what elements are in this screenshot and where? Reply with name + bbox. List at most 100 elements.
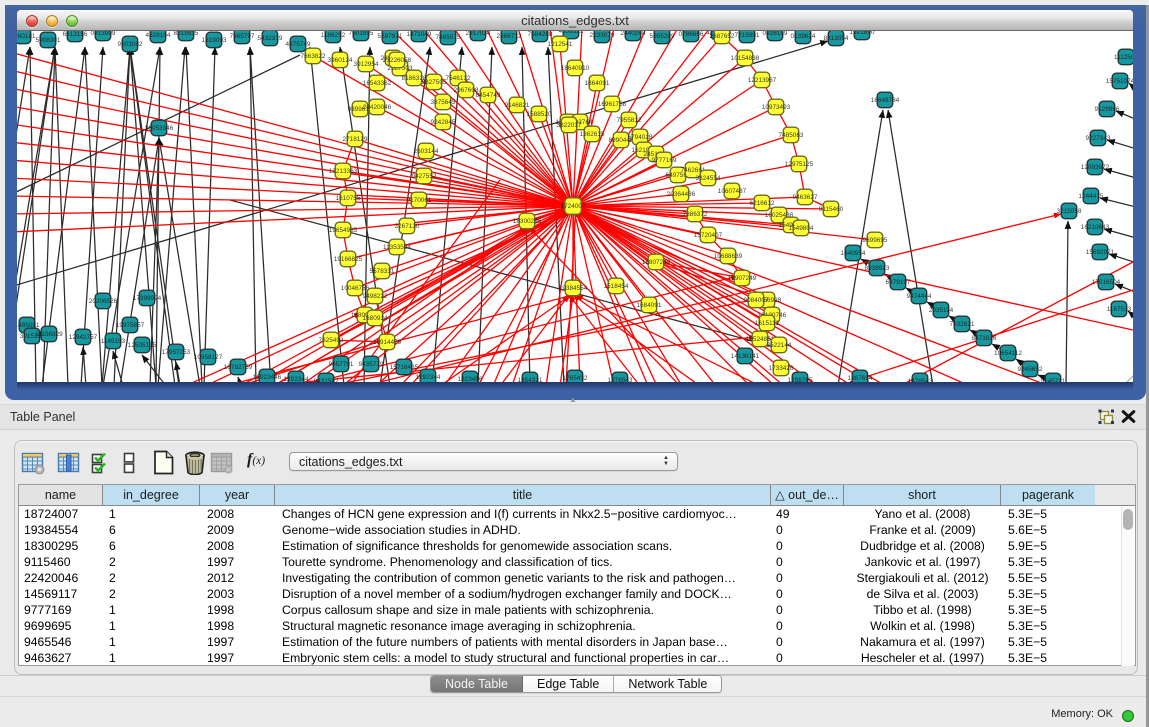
svg-text:5597971: 5597971 [378,33,403,40]
svg-text:1387654: 1387654 [848,375,873,382]
svg-text:18907249: 18907249 [728,275,757,282]
svg-text:1724007: 1724007 [561,203,586,210]
svg-text:15720407: 15720407 [694,232,723,239]
svg-text:5432319: 5432319 [258,35,283,42]
svg-text:7546132: 7546132 [446,75,471,82]
svg-text:7632621: 7632621 [950,321,975,328]
svg-text:15751074: 15751074 [1106,78,1133,85]
svg-text:1167533: 1167533 [1107,306,1132,313]
svg-text:12093872: 12093872 [1081,164,1110,171]
svg-text:16210643: 16210643 [1081,224,1110,231]
svg-text:8219935: 8219935 [174,31,199,37]
svg-text:16961758: 16961758 [598,101,627,108]
svg-text:3912954: 3912954 [354,61,379,68]
svg-text:1610755: 1610755 [336,195,361,202]
svg-text:1549804: 1549804 [789,225,814,232]
svg-text:9457791: 9457791 [329,361,354,368]
svg-text:3824554: 3824554 [696,175,721,182]
svg-text:9498222: 9498222 [363,293,388,300]
svg-text:7215901: 7215901 [735,32,760,39]
svg-text:5908301: 5908301 [36,37,61,44]
svg-text:0928159: 0928159 [763,31,788,37]
svg-text:1733426: 1733426 [769,365,794,372]
svg-text:12942757: 12942757 [69,334,98,341]
svg-text:23226058: 23226058 [383,57,412,64]
svg-text:1588520: 1588520 [527,111,552,118]
svg-text:10688639: 10688639 [714,253,743,260]
svg-text:9435779: 9435779 [359,361,384,368]
svg-text:6613186: 6613186 [63,31,88,38]
svg-text:12975125: 12975125 [785,161,814,168]
svg-text:2233079: 2233079 [590,32,615,39]
svg-text:9474444: 9474444 [907,293,932,300]
svg-text:19166825: 19166825 [334,256,363,263]
svg-text:2366712: 2366712 [497,33,522,40]
svg-text:12213967: 12213967 [748,77,777,84]
svg-text:7625402: 7625402 [319,337,344,344]
svg-text:3960124: 3960124 [328,57,353,64]
svg-text:1471049: 1471049 [407,31,432,38]
svg-text:1640954: 1640954 [841,250,866,257]
svg-text:1864091: 1864091 [585,80,610,87]
svg-text:8813054: 8813054 [824,35,849,42]
svg-text:6216612: 6216612 [750,200,775,207]
svg-text:5578331: 5578331 [370,268,395,275]
svg-text:18300295: 18300295 [513,218,542,225]
svg-text:15692971: 15692971 [1086,249,1115,256]
svg-text:1362615: 1362615 [580,131,605,138]
svg-text:9115460: 9115460 [819,206,844,213]
svg-text:4628194: 4628194 [146,32,171,39]
svg-text:9084007: 9084007 [744,297,769,304]
svg-text:18807249: 18807249 [642,259,671,266]
svg-text:7465075: 7465075 [436,34,461,41]
svg-text:17016504: 17016504 [1092,279,1121,286]
svg-text:1145193: 1145193 [101,338,126,345]
svg-text:9777169: 9777169 [652,157,677,164]
svg-text:9699695: 9699695 [863,237,888,244]
svg-text:0786666: 0786666 [679,31,704,38]
svg-text:11156829: 11156829 [35,331,63,338]
svg-text:1244415: 1244415 [1079,193,1104,200]
svg-text:0139624: 0139624 [791,33,816,40]
svg-text:7684268: 7684268 [528,31,553,38]
svg-text:14136141: 14136141 [731,353,760,360]
svg-text:4656321: 4656321 [559,31,584,35]
svg-text:17399924: 17399924 [133,295,162,302]
svg-text:19384554: 19384554 [559,285,588,292]
svg-text:9170061: 9170061 [407,197,432,204]
svg-text:3875645: 3875645 [431,99,456,106]
svg-text:1292344: 1292344 [416,374,441,381]
svg-text:18640910: 18640910 [561,65,590,72]
svg-text:7601895: 7601895 [349,31,374,37]
svg-text:3267130: 3267130 [395,223,420,230]
svg-text:5260181: 5260181 [17,33,36,40]
svg-text:9427552: 9427552 [412,173,437,180]
svg-text:12213363: 12213363 [329,168,358,175]
svg-text:9242845: 9242845 [431,119,456,126]
svg-text:9245652: 9245652 [1018,366,1043,373]
svg-text:10046786: 10046786 [341,285,370,292]
svg-text:9463627: 9463627 [793,194,818,201]
svg-text:9129966: 9129966 [1095,106,1120,113]
svg-text:15716485: 15716485 [390,364,419,371]
svg-text:17957253: 17957253 [162,349,191,356]
svg-text:9227343: 9227343 [1086,135,1111,142]
svg-text:2440268: 2440268 [621,31,646,37]
svg-text:16648784: 16648784 [871,97,900,104]
svg-text:8471626: 8471626 [972,335,997,342]
svg-text:1212541: 1212541 [548,41,573,48]
svg-text:6794028: 6794028 [628,134,653,141]
svg-text:2603144: 2603144 [414,148,439,155]
svg-text:1921890: 1921890 [850,31,875,36]
svg-text:3822037: 3822037 [557,122,582,129]
svg-text:7886372: 7886372 [683,211,708,218]
svg-text:7865797: 7865797 [230,33,255,40]
svg-text:1112504: 1112504 [1114,54,1133,61]
svg-text:0913909: 0913909 [91,31,116,37]
svg-text:2917034: 2917034 [466,31,491,37]
svg-text:7485063: 7485063 [779,132,804,139]
svg-text:1819093: 1819093 [202,37,227,44]
svg-text:6879197: 6879197 [886,279,911,286]
svg-text:7955812: 7955812 [617,117,642,124]
svg-text:10958127: 10958127 [194,354,223,361]
